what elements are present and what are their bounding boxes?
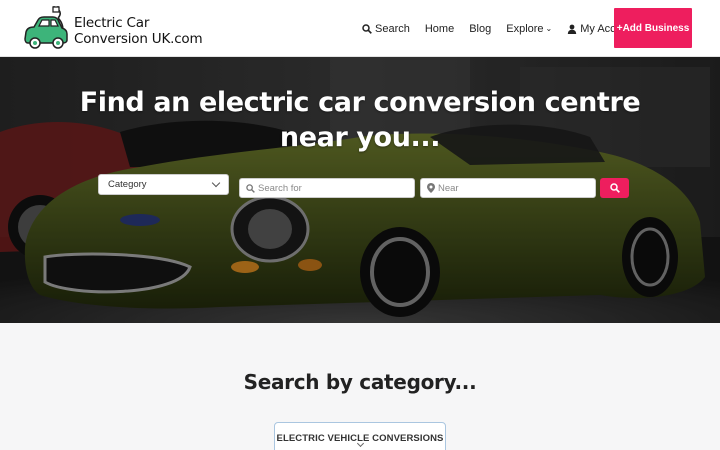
nav-home[interactable]: Home	[425, 23, 454, 35]
near-input[interactable]	[438, 182, 588, 194]
search-icon	[362, 23, 372, 34]
chevron-down-icon: ⌄	[545, 24, 553, 33]
nav-search[interactable]: Search	[362, 23, 410, 35]
site-logo[interactable]: Electric Car Conversion UK.com	[22, 6, 203, 52]
category-card-electric-vehicle-conversions[interactable]: ELECTRIC VEHICLE CONVERSIONS	[274, 422, 446, 450]
site-header: Electric Car Conversion UK.com Search Ho…	[0, 0, 720, 57]
nav-blog-label: Blog	[469, 22, 492, 35]
map-marker-icon	[427, 183, 435, 193]
user-icon	[568, 24, 577, 34]
category-select-value: Category	[108, 179, 147, 190]
nav-explore[interactable]: Explore ⌄	[506, 23, 552, 35]
nav-home-label: Home	[424, 22, 455, 35]
add-business-button[interactable]: +Add Business	[614, 8, 692, 48]
category-select[interactable]: Category	[98, 174, 229, 195]
near-field[interactable]	[420, 178, 596, 198]
search-for-field[interactable]	[239, 178, 415, 198]
nav-explore-label: Explore	[506, 22, 544, 35]
search-submit-button[interactable]	[600, 178, 629, 198]
search-icon	[246, 183, 255, 193]
search-for-input[interactable]	[258, 182, 408, 194]
logo-line-1: Electric Car	[74, 15, 150, 31]
nav-search-label: Search	[375, 22, 410, 35]
search-icon	[609, 183, 620, 193]
hero-title: Find an electric car conversion centre n…	[79, 87, 641, 153]
nav-blog[interactable]: Blog	[469, 23, 491, 35]
hero-section: Find an electric car conversion centre n…	[0, 57, 720, 323]
category-heading: Search by category...	[243, 370, 477, 394]
green-car-plug-icon	[24, 6, 68, 49]
chevron-down-icon	[211, 178, 221, 188]
logo-line-2: Conversion UK.com	[74, 31, 203, 47]
logo-text: Electric Car Conversion UK.com	[74, 15, 203, 47]
